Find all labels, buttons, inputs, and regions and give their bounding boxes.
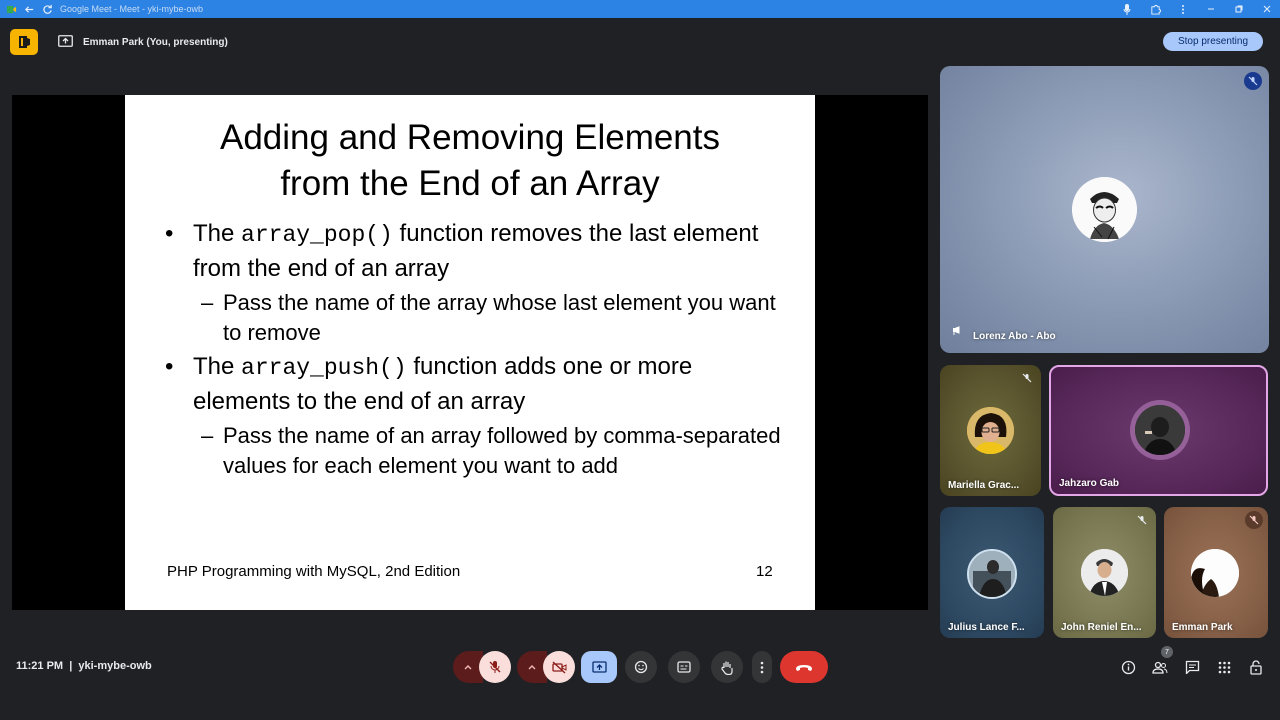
meeting-details-icon[interactable] [1118, 657, 1138, 677]
bullet-1-code: array_pop() [241, 222, 393, 248]
leave-call-button[interactable] [780, 651, 828, 683]
bullet-1-prefix: The [193, 220, 242, 247]
participant-name: Jahzaro Gab [1059, 478, 1120, 489]
meet-app-badge-icon[interactable] [10, 29, 38, 55]
close-icon[interactable] [1260, 2, 1274, 16]
avatar [967, 407, 1014, 454]
chat-icon[interactable] [1182, 657, 1202, 677]
mic-off-icon [1244, 72, 1262, 90]
participant-name: Julius Lance F... [948, 622, 1025, 633]
back-arrow-icon[interactable] [22, 2, 36, 16]
participant-name: Emman Park [1172, 622, 1233, 633]
bullet-glyph: • [165, 220, 174, 247]
dash-glyph: – [201, 290, 214, 315]
presentation-stage: Adding and Removing Elements from the En… [12, 95, 928, 610]
captions-button[interactable] [668, 651, 700, 683]
avatar [967, 549, 1017, 599]
slide-bullet-2: • The array_push() function adds one or … [165, 350, 785, 418]
hand-icon [721, 661, 733, 675]
dash-glyph: – [201, 423, 214, 448]
slide-body: • The array_pop() function removes the l… [165, 217, 785, 483]
presenting-bar: Emman Park (You, presenting) Stop presen… [0, 28, 1280, 56]
signal-icon [952, 323, 962, 341]
presenting-label: Emman Park (You, presenting) [83, 36, 228, 48]
people-icon[interactable] [1150, 657, 1170, 677]
slide-bullet-1: • The array_pop() function removes the l… [165, 217, 785, 285]
subbullet-1-text: Pass the name of the array whose last el… [223, 290, 776, 345]
participant-name: Lorenz Abo - Abo [973, 331, 1056, 342]
mic-off-icon [1133, 511, 1151, 529]
mic-off-icon [489, 661, 501, 673]
extensions-icon[interactable] [1148, 2, 1162, 16]
slide-title-line-2: from the End of an Array [280, 164, 660, 203]
meeting-controls-bar: 11:21 PM | yki-mybe-owb 7 [0, 645, 1280, 689]
microphone-toggle-button[interactable] [479, 651, 511, 683]
reload-icon[interactable] [40, 2, 54, 16]
meeting-time-and-code: 11:21 PM | yki-mybe-owb [16, 660, 152, 672]
activities-icon[interactable] [1214, 657, 1234, 677]
mic-off-icon [1018, 369, 1036, 387]
bullet-2-code: array_push() [241, 355, 407, 381]
host-controls-icon[interactable] [1246, 657, 1266, 677]
camera-toggle-button[interactable] [543, 651, 575, 683]
present-now-button[interactable] [581, 651, 617, 683]
participant-tile[interactable]: Mariella Grac... [940, 365, 1041, 496]
browser-menu-icon[interactable] [1176, 2, 1190, 16]
avatar [1191, 549, 1239, 597]
browser-window-title: Google Meet - Meet - yki-mybe-owb [60, 4, 204, 14]
presenting-status: Emman Park (You, presenting) [58, 32, 228, 52]
slide-subbullet-1: – Pass the name of the array whose last … [165, 288, 785, 348]
bullet-2-prefix: The [193, 353, 242, 380]
captions-icon [677, 661, 691, 673]
more-options-button[interactable] [752, 651, 772, 683]
avatar [1072, 177, 1137, 242]
slide-title-line-1: Adding and Removing Elements [219, 118, 720, 157]
emoji-icon [634, 660, 648, 674]
people-count-badge: 7 [1161, 646, 1173, 658]
participant-tile[interactable]: John Reniel En... [1053, 507, 1156, 638]
browser-title-bar: Google Meet - Meet - yki-mybe-owb [0, 0, 1280, 18]
participant-tile[interactable]: Emman Park [1164, 507, 1268, 638]
participant-tile[interactable]: Julius Lance F... [940, 507, 1044, 638]
avatar [1081, 549, 1128, 596]
raise-hand-button[interactable] [711, 651, 743, 683]
microphone-icon[interactable] [1120, 2, 1134, 16]
participant-tile[interactable]: Jahzaro Gab [1049, 365, 1268, 496]
bullet-glyph: • [165, 353, 174, 380]
mic-off-icon [1245, 511, 1263, 529]
slide-footer: PHP Programming with MySQL, 2nd Edition [167, 563, 461, 580]
present-screen-icon [591, 660, 607, 673]
more-vert-icon [760, 661, 764, 673]
present-screen-icon [58, 34, 73, 50]
participant-name: Mariella Grac... [948, 480, 1020, 491]
slide-subbullet-2: – Pass the name of an array followed by … [165, 421, 785, 481]
slide-page-number: 12 [756, 563, 773, 580]
minimize-icon[interactable] [1204, 2, 1218, 16]
camera-off-icon [551, 660, 566, 674]
chevron-up-icon [464, 665, 472, 670]
slide-title: Adding and Removing Elements from the En… [125, 115, 815, 207]
meet-favicon-icon [4, 2, 18, 16]
subbullet-2-text: Pass the name of an array followed by co… [223, 423, 781, 478]
stop-presenting-button[interactable]: Stop presenting [1163, 32, 1263, 51]
restore-icon[interactable] [1232, 2, 1246, 16]
participant-name: John Reniel En... [1061, 622, 1142, 633]
participant-tile[interactable]: Lorenz Abo - Abo [940, 66, 1269, 353]
hang-up-icon [796, 664, 812, 671]
presentation-slide: Adding and Removing Elements from the En… [125, 95, 815, 610]
avatar [1135, 405, 1185, 455]
chevron-up-icon [528, 665, 536, 670]
reactions-button[interactable] [625, 651, 657, 683]
